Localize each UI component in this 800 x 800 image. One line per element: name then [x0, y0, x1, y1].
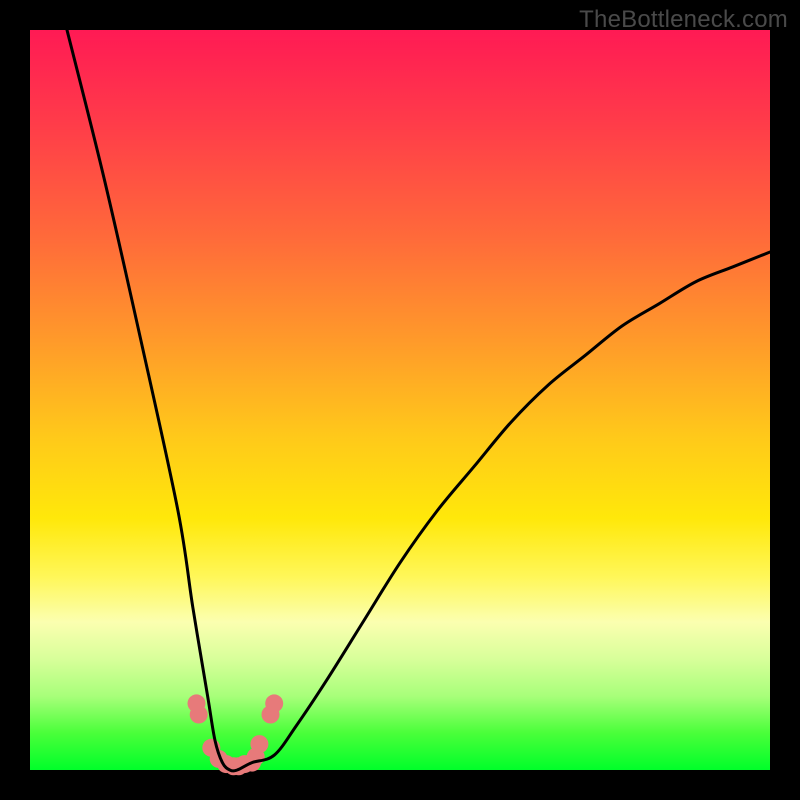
highlight-dots-group	[188, 694, 284, 775]
curve-layer	[30, 30, 770, 770]
highlight-dot	[265, 694, 283, 712]
chart-frame: TheBottleneck.com	[0, 0, 800, 800]
highlight-dot	[250, 735, 268, 753]
highlight-dot	[190, 706, 208, 724]
bottleneck-curve	[67, 30, 770, 771]
plot-area	[30, 30, 770, 770]
